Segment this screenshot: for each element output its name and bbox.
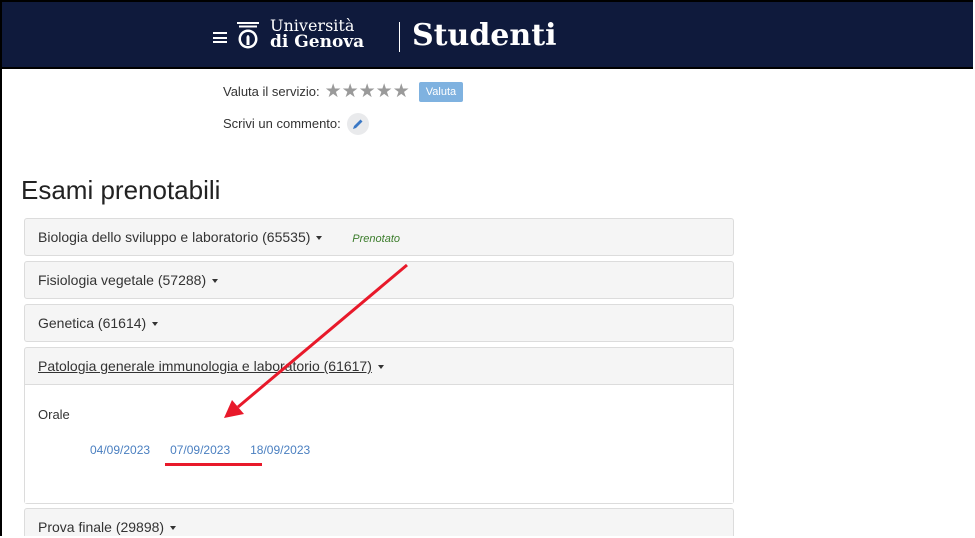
exam-date-link[interactable]: 18/09/2023 (250, 443, 310, 457)
caret-down-icon (212, 279, 219, 284)
caret-down-icon (170, 526, 177, 531)
page-frame: Università di Genova Studenti Valuta il … (0, 0, 973, 536)
exam-panel-header[interactable]: Genetica (61614) (25, 305, 733, 341)
rate-button[interactable]: Valuta (418, 82, 464, 102)
exam-dates: 04/09/2023 07/09/2023 18/09/2023 (90, 443, 330, 457)
exam-type-label: Orale (38, 407, 70, 422)
exam-panel: Fisiologia vegetale (57288) (24, 261, 734, 299)
exam-panel: Prova finale (29898) (24, 508, 734, 536)
exam-title: Patologia generale immunologia e laborat… (38, 358, 372, 374)
caret-down-icon (316, 236, 323, 241)
comment-label: Scrivi un commento: (223, 116, 341, 131)
exam-panel: Biologia dello sviluppo e laboratorio (6… (24, 218, 734, 256)
exam-panel-header[interactable]: Prova finale (29898) (25, 509, 733, 536)
exam-panel: Genetica (61614) (24, 304, 734, 342)
exam-date-link[interactable]: 04/09/2023 (90, 443, 150, 457)
comment-row: Scrivi un commento: (223, 112, 369, 136)
status-badge: Prenotato (352, 233, 400, 245)
rating-stars-icon[interactable]: ★★★★★ (325, 82, 410, 102)
annotation-underline (165, 463, 262, 466)
exam-panel-expanded: Patologia generale immunologia e laborat… (24, 347, 734, 504)
logo-line-2: di Genova (270, 32, 365, 52)
exam-panel-body: Orale 04/09/2023 07/09/2023 18/09/2023 (25, 384, 733, 503)
exam-title: Fisiologia vegetale (57288) (38, 272, 207, 288)
logo-divider (399, 22, 400, 52)
exam-title: Prova finale (29898) (38, 519, 165, 535)
caret-down-icon (152, 322, 159, 327)
rate-service-row: Valuta il servizio: ★★★★★ Valuta (223, 82, 464, 102)
page-title: Esami prenotabili (21, 175, 221, 205)
hamburger-menu-icon[interactable] (213, 32, 227, 43)
caret-down-icon (377, 365, 384, 370)
exam-panel-header[interactable]: Fisiologia vegetale (57288) (25, 262, 733, 298)
pencil-icon (353, 119, 363, 129)
edit-comment-button[interactable] (346, 113, 369, 135)
top-navbar: Università di Genova Studenti (2, 2, 973, 69)
university-logo-text[interactable]: Università di Genova (270, 18, 365, 52)
university-seal-icon (237, 22, 259, 49)
exam-title: Biologia dello sviluppo e laboratorio (6… (38, 229, 311, 245)
exam-date-link[interactable]: 07/09/2023 (170, 443, 230, 457)
exam-panel-header[interactable]: Biologia dello sviluppo e laboratorio (6… (25, 219, 733, 255)
exam-panel-header[interactable]: Patologia generale immunologia e laborat… (25, 348, 733, 384)
exam-title: Genetica (61614) (38, 315, 147, 331)
rate-service-label: Valuta il servizio: (223, 84, 320, 99)
app-title[interactable]: Studenti (412, 18, 556, 54)
